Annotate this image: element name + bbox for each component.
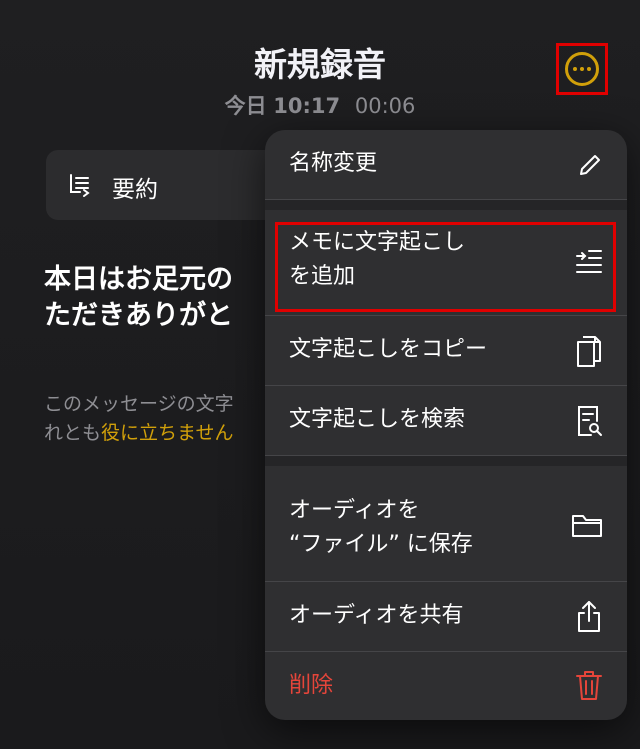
recording-meta: 今日 10:17 00:06 — [0, 90, 640, 120]
transcript-text: 本日はお足元の ただきありがと — [44, 262, 284, 334]
copy-icon — [577, 336, 601, 367]
menu-item-label-line: “ファイル” に保存 — [289, 532, 473, 557]
menu-item-add-transcript[interactable]: メモに文字起こし を追加 — [265, 210, 627, 316]
recording-date: 今日 — [224, 94, 267, 118]
menu-item-label: オーディオを共有 — [289, 603, 464, 628]
context-menu: 名称変更 メモに文字起こし を追加 文字起こしをコピー 文字起こしを検索 オーデ… — [265, 130, 627, 720]
menu-item-label-line: オーディオを — [289, 498, 420, 523]
recording-time: 10:17 — [273, 94, 341, 118]
menu-item-label-line: メモに文字起こし — [289, 230, 466, 255]
menu-item-rename[interactable]: 名称変更 — [265, 130, 627, 200]
menu-separator — [265, 456, 627, 466]
menu-separator — [265, 200, 627, 210]
feedback-prefix: れとも — [44, 422, 102, 444]
menu-item-label: 文字起こしをコピー — [289, 337, 488, 362]
menu-item-copy-transcript[interactable]: 文字起こしをコピー — [265, 316, 627, 386]
folder-icon — [572, 515, 602, 537]
menu-item-label: 文字起こしを検索 — [289, 407, 466, 432]
more-options-button[interactable] — [556, 43, 608, 95]
menu-item-search-transcript[interactable]: 文字起こしを検索 — [265, 386, 627, 456]
add-transcript-icon — [576, 250, 602, 273]
page-title: 新規録音 — [254, 45, 386, 84]
menu-item-share-audio[interactable]: オーディオを共有 — [265, 582, 627, 652]
share-icon — [578, 601, 600, 632]
ellipsis-icon — [565, 52, 599, 86]
menu-item-label-line: を追加 — [289, 264, 356, 289]
feedback-line: このメッセージの文字 — [44, 393, 234, 415]
feedback-text: このメッセージの文字 れとも役に立ちません — [44, 390, 284, 448]
search-document-icon — [578, 406, 602, 436]
menu-item-label: メモに文字起こし を追加 — [289, 226, 465, 294]
menu-item-delete[interactable]: 削除 — [265, 652, 627, 720]
menu-item-label: 名称変更 — [289, 151, 378, 176]
summary-icon — [70, 174, 90, 197]
trash-icon — [576, 671, 602, 700]
transcript-line: ただきありがと — [44, 300, 233, 331]
not-helpful-link[interactable]: 役に立ちません — [101, 422, 233, 444]
summary-label: 要約 — [112, 177, 158, 203]
menu-item-save-to-files[interactable]: オーディオを “ファイル” に保存 — [265, 466, 627, 582]
recording-duration: 00:06 — [354, 94, 416, 118]
menu-item-label: 削除 — [289, 673, 334, 698]
menu-item-label: オーディオを “ファイル” に保存 — [289, 494, 473, 562]
transcript-line: 本日はお足元の — [44, 264, 233, 295]
pencil-icon — [580, 155, 600, 175]
